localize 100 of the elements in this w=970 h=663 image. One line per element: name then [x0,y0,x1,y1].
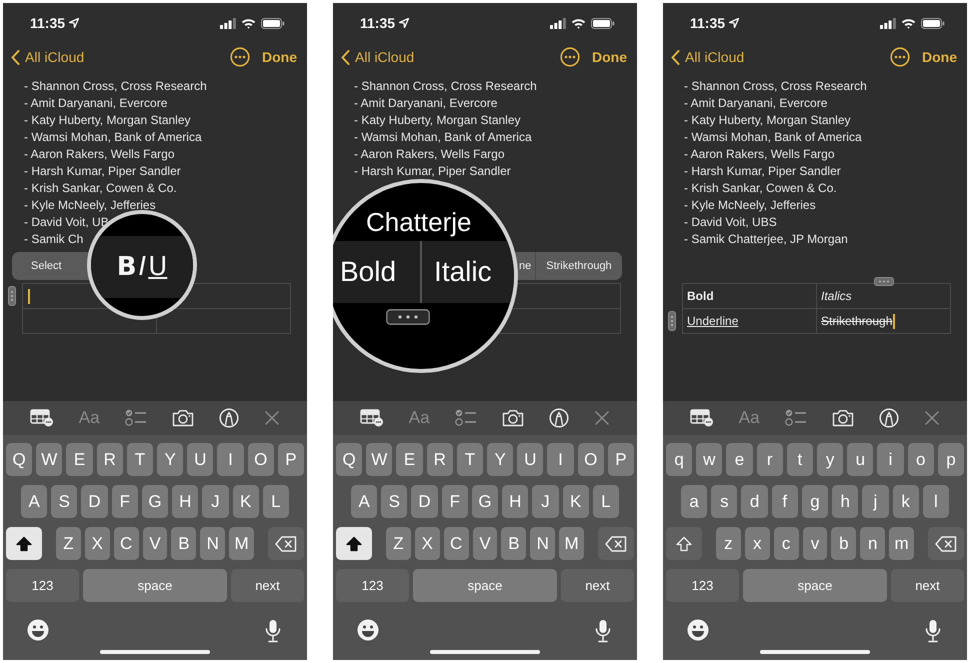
letter-key[interactable]: N [530,527,556,560]
table-cell[interactable]: Strikethrough [816,308,951,334]
shift-key[interactable] [336,527,372,560]
shift-key[interactable] [6,527,42,560]
letter-key[interactable]: L [592,485,619,518]
letter-key[interactable]: V [472,527,498,560]
space-key[interactable]: space [743,569,887,602]
letter-key[interactable]: J [532,485,559,518]
letter-key[interactable]: I [547,443,574,476]
microphone-icon[interactable] [265,619,281,643]
pen-tip-icon[interactable] [879,408,900,428]
letter-key[interactable]: a [681,485,708,518]
table-icon[interactable] [30,409,54,427]
format-letter[interactable]: I [138,252,146,282]
table-cell[interactable]: Bold [682,283,817,309]
letter-key[interactable]: S [381,485,408,518]
checklist-icon[interactable] [784,409,807,427]
done-button[interactable]: Done [922,49,957,65]
letter-key[interactable]: g [802,485,828,518]
letter-key[interactable]: P [278,443,304,476]
table-cell[interactable]: Italics [816,283,951,309]
emoji-icon[interactable] [27,619,49,641]
letter-key[interactable]: T [456,443,484,476]
letter-key[interactable]: c [774,527,799,560]
letter-key[interactable]: X [84,527,110,560]
more-icon[interactable] [890,47,910,67]
menu-item[interactable]: Select [12,252,75,280]
letter-key[interactable]: m [889,527,914,560]
letter-key[interactable]: q [666,443,692,476]
magnified-menu-item[interactable]: Bold [333,241,422,303]
letter-key[interactable]: M [229,527,254,560]
letter-key[interactable]: C [444,527,469,560]
column-handle-icon[interactable] [874,277,894,286]
camera-icon[interactable] [502,409,524,427]
letter-key[interactable]: r [756,443,783,476]
delete-key[interactable] [598,527,634,560]
numbers-key[interactable]: 123 [666,569,739,602]
table-icon[interactable] [690,409,714,427]
back-button[interactable]: All iCloud [11,49,84,65]
letter-key[interactable]: K [232,485,259,518]
delete-key[interactable] [928,527,964,560]
letter-key[interactable]: O [248,443,274,476]
microphone-icon[interactable] [925,619,941,643]
letter-key[interactable]: U [187,443,214,476]
table-icon[interactable] [360,409,384,427]
return-key[interactable]: next [891,569,964,602]
letter-key[interactable]: B [501,527,526,560]
letter-key[interactable]: E [396,443,423,476]
letter-key[interactable]: s [711,485,738,518]
format-letter[interactable]: B [116,252,137,282]
letter-key[interactable]: R [96,443,123,476]
menu-item[interactable]: Strikethrough [536,252,622,280]
letter-key[interactable]: W [36,443,62,476]
letter-key[interactable]: Z [386,527,411,560]
letter-key[interactable]: w [696,443,722,476]
format-letter[interactable]: U [148,252,168,282]
delete-key[interactable] [268,527,304,560]
letter-key[interactable]: f [772,485,798,518]
space-key[interactable]: space [413,569,557,602]
row-handle-icon[interactable] [8,286,16,306]
letter-key[interactable]: A [351,485,378,518]
format-button[interactable]: Aa [78,408,100,428]
letter-key[interactable]: o [908,443,934,476]
letter-key[interactable]: K [562,485,589,518]
letter-key[interactable]: R [426,443,453,476]
pen-tip-icon[interactable] [549,408,570,428]
letter-key[interactable]: b [831,527,856,560]
letter-key[interactable]: N [200,527,226,560]
back-button[interactable]: All iCloud [671,49,744,65]
numbers-key[interactable]: 123 [6,569,79,602]
letter-key[interactable]: S [51,485,78,518]
close-icon[interactable] [264,410,280,426]
more-icon[interactable] [230,47,250,67]
checklist-icon[interactable] [124,409,147,427]
letter-key[interactable]: U [517,443,544,476]
letter-key[interactable]: h [832,485,858,518]
format-button[interactable]: Aa [408,408,430,428]
letter-key[interactable]: W [366,443,392,476]
row-handle-icon[interactable] [668,310,676,330]
letter-key[interactable]: y [817,443,844,476]
letter-key[interactable]: I [217,443,244,476]
letter-key[interactable]: M [559,527,584,560]
letter-key[interactable]: u [847,443,874,476]
letter-key[interactable]: Y [487,443,514,476]
emoji-icon[interactable] [687,619,709,641]
letter-key[interactable]: t [786,443,814,476]
letter-key[interactable]: L [262,485,289,518]
camera-icon[interactable] [832,409,854,427]
letter-key[interactable]: Q [336,443,362,476]
shift-key[interactable] [666,527,702,560]
format-button[interactable]: Aa [738,408,760,428]
return-key[interactable]: next [231,569,304,602]
letter-key[interactable]: H [502,485,528,518]
space-key[interactable]: space [83,569,227,602]
letter-key[interactable]: F [442,485,468,518]
back-button[interactable]: All iCloud [341,49,414,65]
return-key[interactable]: next [561,569,634,602]
letter-key[interactable]: Z [56,527,81,560]
letter-key[interactable]: D [81,485,108,518]
close-icon[interactable] [924,410,940,426]
